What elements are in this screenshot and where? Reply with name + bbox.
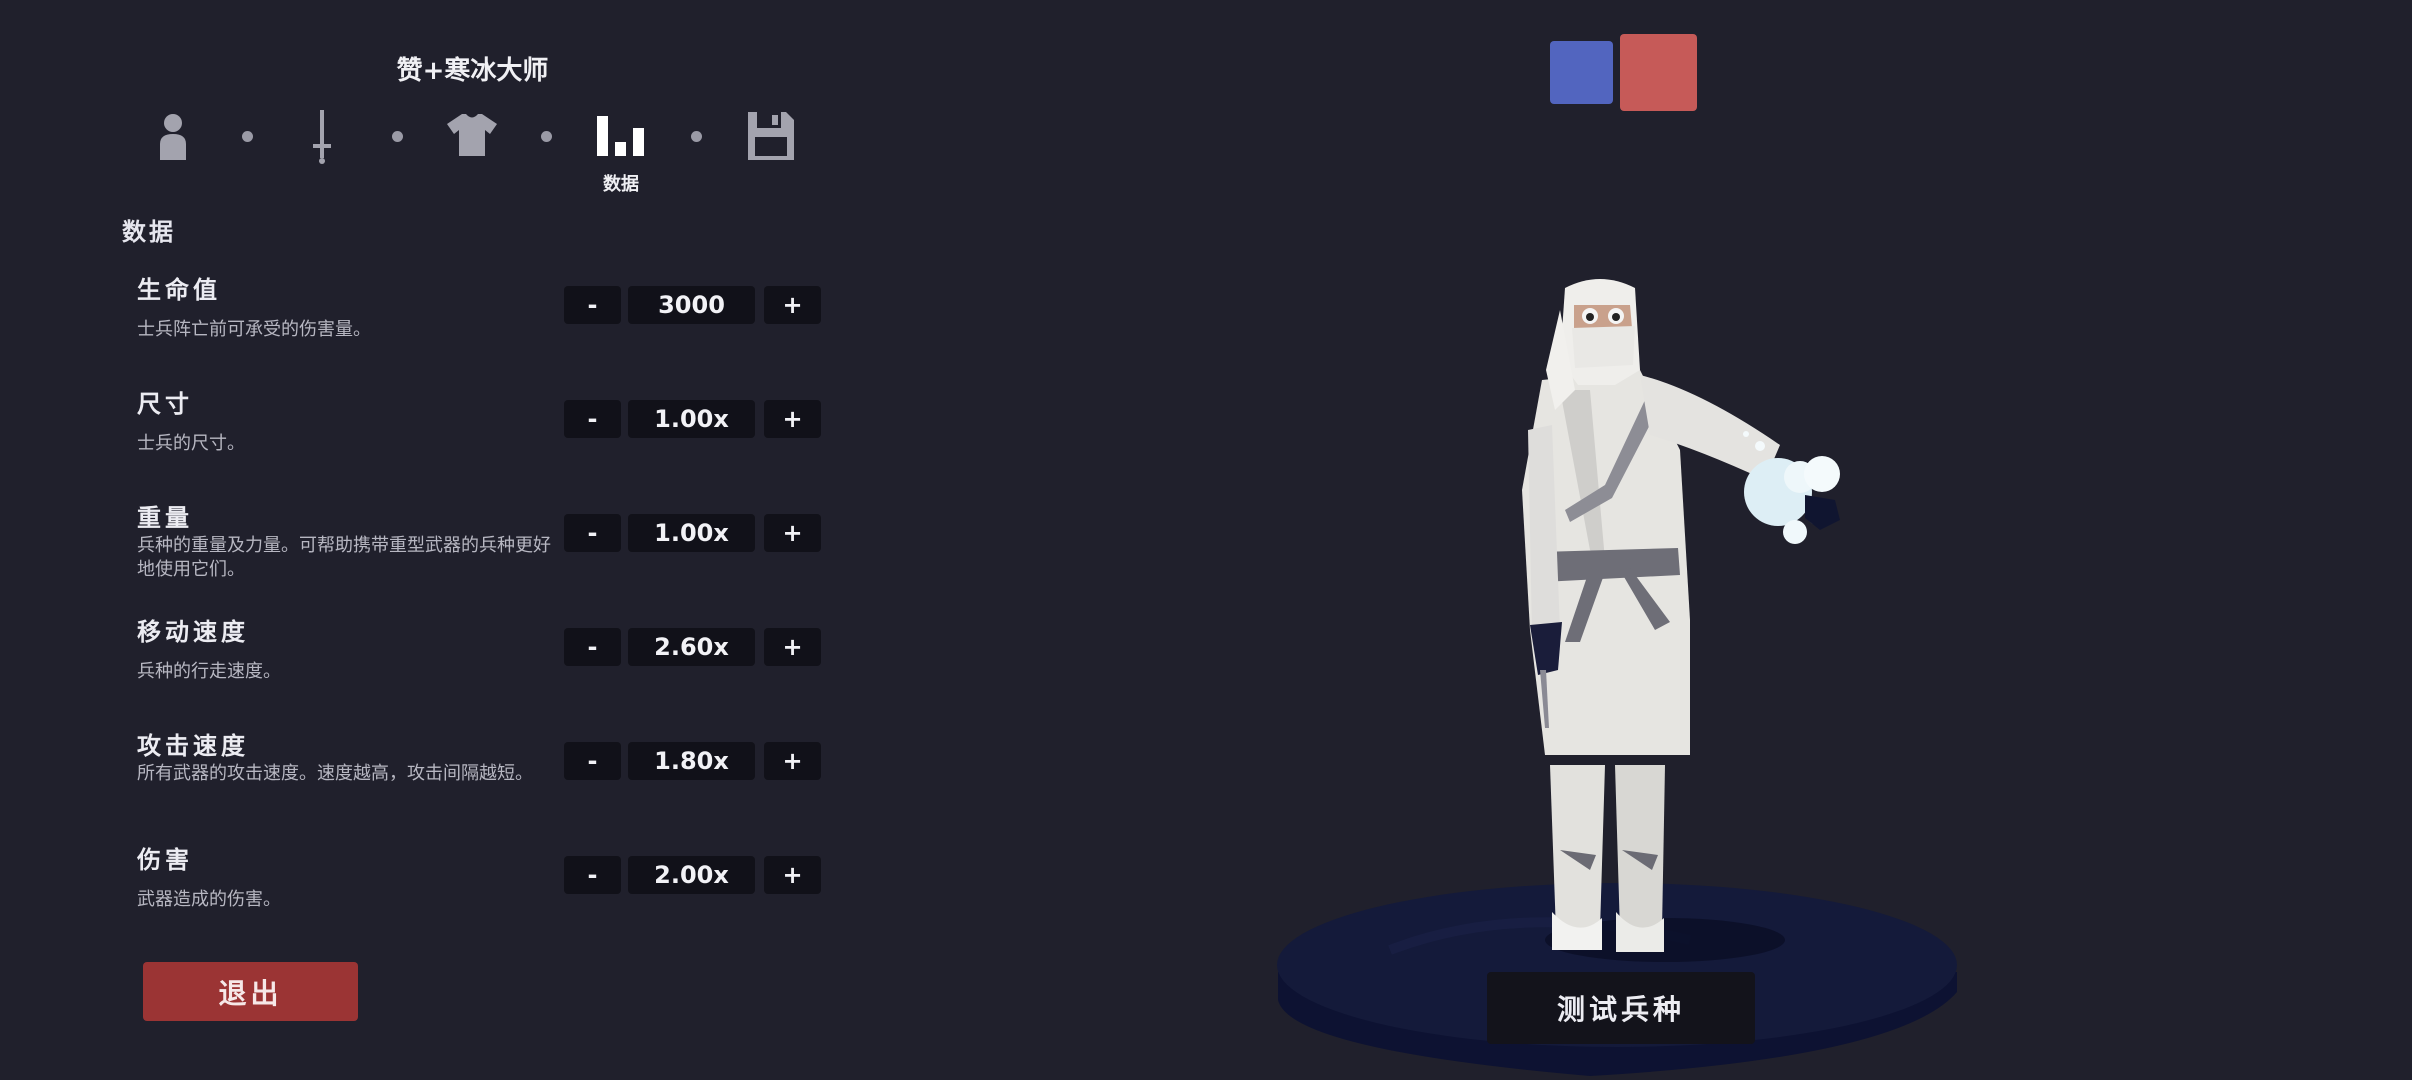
stat-row-attack-speed: 攻击速度 所有武器的攻击速度。速度越高，攻击间隔越短。 - 1.80x + (0, 726, 840, 836)
stat-value: 3000 (628, 286, 755, 324)
stat-description: 兵种的行走速度。 (137, 661, 281, 682)
increase-button[interactable]: + (764, 514, 821, 552)
stat-description: 武器造成的伤害。 (137, 889, 281, 910)
step-clothing[interactable] (445, 112, 499, 162)
stat-value: 1.80x (628, 742, 755, 780)
stat-row-damage: 伤害 武器造成的伤害。 - 2.00x + (0, 840, 840, 950)
increase-button[interactable]: + (764, 856, 821, 894)
shirt-icon (445, 112, 499, 162)
step-separator-dot (541, 131, 552, 142)
increase-button[interactable]: + (764, 400, 821, 438)
bar-chart-icon (596, 114, 646, 162)
decrease-button[interactable]: - (564, 514, 621, 552)
stat-value: 2.60x (628, 628, 755, 666)
step-separator-dot (392, 131, 403, 142)
person-icon (155, 112, 191, 166)
step-unit-base[interactable] (155, 112, 191, 166)
unit-model (1522, 279, 1840, 962)
stat-description: 兵种的重量及力量。可帮助携带重型武器的兵种更好地使用它们。 (137, 535, 551, 580)
step-stats[interactable]: 数据 (596, 114, 646, 196)
stat-name: 尺寸 (137, 390, 193, 418)
stat-name: 伤害 (137, 846, 193, 874)
unit-preview-scene[interactable] (1260, 250, 1970, 1080)
step-weapon[interactable] (310, 110, 334, 168)
decrease-button[interactable]: - (564, 742, 621, 780)
increase-button[interactable]: + (764, 742, 821, 780)
stat-row-size: 尺寸 士兵的尺寸。 - 1.00x + (0, 384, 840, 494)
unit-name-title: 赞+寒冰大师 (396, 56, 549, 86)
stat-row-health: 生命值 士兵阵亡前可承受的伤害量。 - 3000 + (0, 270, 840, 380)
stat-name: 生命值 (137, 276, 221, 304)
decrease-button[interactable]: - (564, 286, 621, 324)
stat-value: 2.00x (628, 856, 755, 894)
increase-button[interactable]: + (764, 628, 821, 666)
step-save[interactable] (746, 110, 796, 166)
stat-row-weight: 重量 兵种的重量及力量。可帮助携带重型武器的兵种更好地使用它们。 - 1.00x… (0, 498, 840, 608)
step-separator-dot (691, 131, 702, 142)
floppy-disk-icon (746, 110, 796, 166)
team-red-swatch[interactable] (1620, 34, 1697, 111)
decrease-button[interactable]: - (564, 628, 621, 666)
section-title: 数据 (122, 218, 176, 246)
stat-description: 士兵阵亡前可承受的伤害量。 (137, 319, 371, 340)
step-stats-label: 数据 (603, 174, 639, 195)
stat-name: 攻击速度 (137, 732, 249, 760)
sword-icon (310, 110, 334, 168)
stat-description: 所有武器的攻击速度。速度越高，攻击间隔越短。 (137, 763, 533, 784)
stat-name: 重量 (137, 504, 193, 532)
decrease-button[interactable]: - (564, 856, 621, 894)
stat-value: 1.00x (628, 400, 755, 438)
exit-button[interactable]: 退出 (143, 962, 358, 1021)
stat-description: 士兵的尺寸。 (137, 433, 245, 454)
stat-value: 1.00x (628, 514, 755, 552)
test-unit-button[interactable]: 测试兵种 (1487, 972, 1755, 1044)
decrease-button[interactable]: - (564, 400, 621, 438)
unit-creator-screen: 赞+寒冰大师 数据 数据 生命值 士兵阵亡前可承受的伤害量。 - 3000 + … (0, 0, 2412, 1080)
stat-row-move-speed: 移动速度 兵种的行走速度。 - 2.60x + (0, 612, 840, 722)
step-separator-dot (242, 131, 253, 142)
team-blue-swatch[interactable] (1550, 41, 1613, 104)
stat-name: 移动速度 (137, 618, 249, 646)
increase-button[interactable]: + (764, 286, 821, 324)
